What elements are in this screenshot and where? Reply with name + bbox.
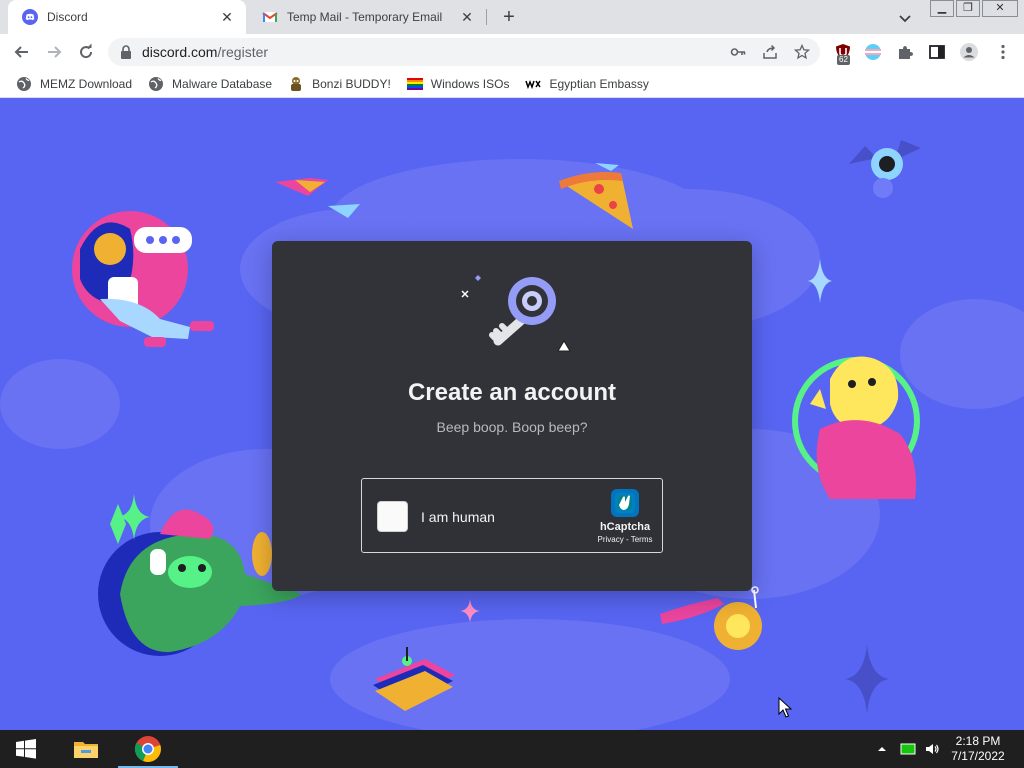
captcha-brand: hCaptcha	[599, 521, 651, 533]
captcha-checkbox[interactable]	[377, 501, 408, 532]
windows-start-icon[interactable]	[12, 735, 40, 763]
tab-separator	[486, 9, 487, 25]
side-panel-icon[interactable]	[928, 43, 946, 61]
key-illustration	[461, 275, 571, 352]
chrome-icon[interactable]	[134, 735, 162, 763]
sparkle-icon	[845, 644, 889, 714]
bookmark-bonzi-buddy[interactable]: Bonzi BUDDY!	[288, 76, 391, 92]
mouse-cursor-icon	[778, 697, 792, 718]
bookmark-windows-isos[interactable]: Windows ISOs	[406, 76, 510, 92]
bookmark-label: MEMZ Download	[40, 76, 133, 91]
register-card: Create an account Beep boop. Boop beep? …	[272, 241, 752, 591]
forward-arrow-icon[interactable]	[44, 42, 64, 62]
chevron-down-icon[interactable]	[896, 9, 914, 27]
browser-toolbar: discord.com/register	[0, 34, 1024, 70]
sparkle-icon	[118, 494, 150, 540]
gmail-icon	[262, 12, 278, 22]
new-tab-button[interactable]: +	[498, 6, 520, 28]
wix-icon	[525, 79, 542, 89]
chevron-up-icon[interactable]	[874, 741, 890, 757]
clock-time: 2:18 PM	[955, 734, 1001, 748]
close-window-button[interactable]: ✕	[982, 0, 1018, 17]
golden-horn-illustration	[660, 586, 762, 650]
bat-creature-illustration	[849, 140, 921, 198]
url-domain: discord.com	[142, 44, 218, 60]
page-subtitle: Beep boop. Boop beep?	[436, 419, 588, 435]
pride-flag-icon	[406, 77, 423, 90]
sparkle-icon	[808, 259, 832, 303]
paper-planes-illustration	[275, 178, 360, 218]
bookmark-label: Windows ISOs	[430, 76, 510, 91]
url-text[interactable]: discord.com/register	[142, 44, 268, 60]
network-icon[interactable]	[900, 741, 916, 757]
system-clock[interactable]: 2:18 PM 7/17/2022	[940, 734, 1016, 764]
tab-discord[interactable]: Discord ✕	[8, 0, 246, 34]
window-controls: ▁ ❐ ✕	[928, 0, 1018, 17]
bookmark-label: Bonzi BUDDY!	[312, 76, 391, 91]
puzzle-extensions-icon[interactable]	[896, 43, 914, 61]
girl-with-phone-illustration	[72, 211, 214, 347]
globe-icon	[149, 76, 164, 91]
address-bar[interactable]: discord.com/register	[108, 38, 820, 66]
lock-icon[interactable]	[120, 45, 132, 59]
tab-title: Temp Mail - Temporary Email	[287, 10, 443, 24]
hcaptcha-widget[interactable]: I am human hCaptcha Privacy - Terms	[361, 478, 663, 553]
share-icon[interactable]	[762, 44, 778, 60]
minimize-button[interactable]: ▁	[930, 0, 954, 17]
bookmark-malware-database[interactable]: Malware Database	[148, 76, 272, 92]
bookmark-memz-download[interactable]: MEMZ Download	[16, 76, 132, 92]
captcha-label: I am human	[421, 509, 495, 525]
reload-icon[interactable]	[76, 42, 96, 62]
url-path: /register	[217, 44, 269, 60]
sandwich-robot-illustration	[373, 647, 455, 711]
bookmark-label: Malware Database	[172, 76, 273, 91]
bonzi-icon	[291, 76, 302, 91]
page-title: Create an account	[407, 379, 617, 406]
tab-temp-mail[interactable]: Temp Mail - Temporary Email ✕	[248, 0, 486, 34]
back-arrow-icon[interactable]	[12, 42, 32, 62]
tab-strip: Discord ✕ Temp Mail - Temporary Email ✕ …	[0, 0, 1024, 34]
key-icon[interactable]	[730, 44, 746, 60]
background-cloud	[0, 359, 120, 449]
bookmarks-bar: MEMZ Download Malware Database Bonzi BUD…	[0, 70, 1024, 98]
close-tab-icon[interactable]: ✕	[458, 8, 476, 26]
sparkle-icon	[460, 599, 480, 623]
close-tab-icon[interactable]: ✕	[218, 8, 236, 26]
register-page: Create an account Beep boop. Boop beep? …	[0, 99, 1024, 730]
restore-button[interactable]: ❐	[956, 0, 980, 17]
globe-icon	[17, 76, 31, 91]
profile-avatar-icon[interactable]	[960, 43, 978, 61]
clock-date: 7/17/2022	[951, 749, 1005, 763]
windows-taskbar: 2:18 PM 7/17/2022	[0, 730, 1024, 768]
trans-flag-extension-icon[interactable]	[864, 43, 882, 61]
tab-title: Discord	[47, 10, 88, 24]
discord-icon	[22, 9, 38, 25]
bookmark-label: Egyptian Embassy	[549, 76, 649, 91]
volume-icon[interactable]	[924, 741, 940, 757]
file-explorer-icon[interactable]	[72, 735, 100, 763]
star-icon[interactable]	[794, 44, 810, 60]
extension-badge: 62	[837, 55, 850, 65]
menu-kebab-icon[interactable]	[994, 43, 1012, 61]
captcha-privacy-terms-links[interactable]: Privacy - Terms	[586, 535, 664, 544]
hcaptcha-logo-icon	[611, 489, 639, 517]
pizza-slice-illustration	[559, 163, 633, 229]
bookmark-egyptian-embassy[interactable]: Egyptian Embassy	[525, 76, 649, 92]
yellow-creature-portrait-illustration	[792, 356, 920, 499]
